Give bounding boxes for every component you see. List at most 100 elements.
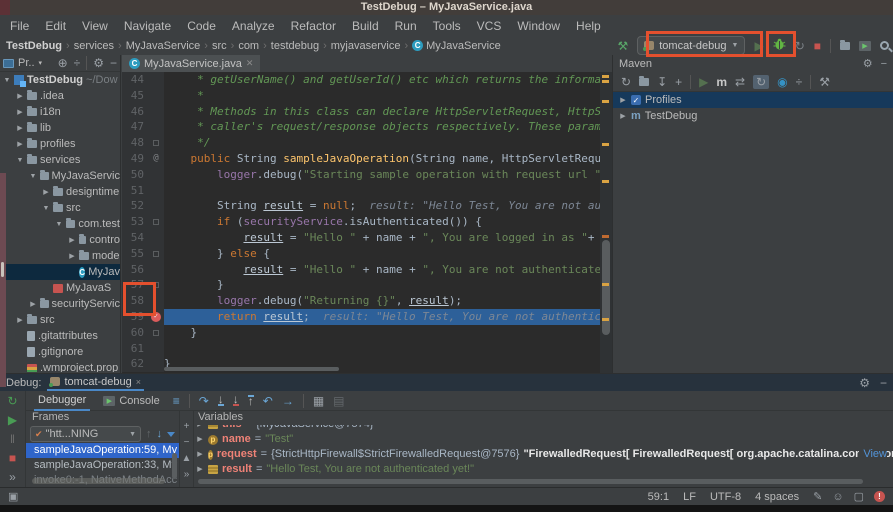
menu-item-tools[interactable]: Tools [425, 19, 469, 33]
run-icon[interactable]: ▶ [754, 40, 763, 52]
project-dropdown[interactable]: Pr.. [18, 57, 35, 69]
tree-arrow-icon[interactable]: ▶ [16, 316, 24, 324]
hide-panel-icon[interactable]: − [110, 57, 117, 69]
code-line-54[interactable]: 54 result = "Hello " + name + ", You are… [122, 230, 600, 246]
code-line-56[interactable]: 56 result = "Hello " + name + ", You are… [122, 262, 600, 278]
editor-hscrollbar[interactable] [164, 367, 339, 371]
chevron-down-icon[interactable]: ▾ [39, 59, 43, 67]
breakpoint-icon[interactable]: ✓ [151, 312, 161, 322]
layout-settings-icon[interactable]: ≡ [173, 395, 180, 407]
menu-item-help[interactable]: Help [568, 19, 609, 33]
expand-arrow-icon[interactable]: ▶ [196, 462, 204, 477]
fold-marker-icon[interactable] [153, 282, 159, 288]
stop-icon[interactable]: ■ [814, 40, 821, 52]
tree-item-myjav[interactable]: CMyJav [0, 264, 120, 280]
tree-item-contro[interactable]: ▶contro [0, 232, 120, 248]
code-line-58[interactable]: 58 logger.debug("Returning {}", result); [122, 293, 600, 309]
code-area[interactable]: 44 * getUserName() and getUserId() etc w… [122, 72, 600, 373]
locate-file-icon[interactable]: ⊕ [58, 57, 68, 69]
code-line-50[interactable]: 50 logger.debug("Starting sample operati… [122, 167, 600, 183]
move-up-icon[interactable]: ▲ [182, 453, 192, 464]
breadcrumb-item-myjavaservice[interactable]: myjavaservice [331, 40, 401, 52]
tree-arrow-icon[interactable]: ▶ [68, 236, 76, 244]
tree-item--gitattributes[interactable]: .gitattributes [0, 328, 120, 344]
background-tasks-icon[interactable]: ▢ [854, 490, 864, 503]
tree-item-testdebug[interactable]: ▼TestDebug ~/Dow [0, 72, 120, 88]
variable-row-request[interactable]: ▶prequest={StrictHttpFirewall$StrictFire… [194, 447, 893, 462]
expand-arrow-icon[interactable]: ▶ [196, 447, 204, 462]
search-everywhere-icon[interactable] [880, 41, 889, 50]
menu-item-file[interactable]: File [2, 19, 37, 33]
maven-wrench-icon[interactable]: ⚒ [819, 76, 830, 88]
code-line-49[interactable]: 49@ public String sampleJavaOperation(St… [122, 151, 600, 167]
run-config-selector[interactable]: tomcat-debug▼ [637, 36, 745, 55]
code-line-44[interactable]: 44 * getUserName() and getUserId() etc w… [122, 72, 600, 88]
tree-item-myjavaservic[interactable]: ▼MyJavaServic [0, 168, 120, 184]
tree-arrow-icon[interactable]: ▶ [16, 108, 24, 116]
remove-watch-icon[interactable]: − [184, 437, 190, 448]
force-step-into-icon[interactable]: ↓ [233, 395, 239, 406]
menu-item-navigate[interactable]: Navigate [116, 19, 179, 33]
menu-item-vcs[interactable]: VCS [469, 19, 510, 33]
run-to-cursor-icon[interactable]: → [282, 395, 294, 407]
code-line-53[interactable]: 53 if (securityService.isAuthenticated()… [122, 214, 600, 230]
frames-vscrollbar[interactable] [172, 453, 177, 479]
menu-item-analyze[interactable]: Analyze [224, 19, 283, 33]
tree-item-lib[interactable]: ▶lib [0, 120, 120, 136]
write-access-icon[interactable]: ✎ [813, 490, 822, 503]
frame-down-icon[interactable]: ↓ [157, 428, 163, 440]
tree-item--idea[interactable]: ▶.idea [0, 88, 120, 104]
tree-arrow-icon[interactable]: ▶ [16, 124, 24, 132]
frame-up-icon[interactable]: ↑ [146, 428, 152, 440]
fold-marker-icon[interactable] [153, 330, 159, 336]
tree-item-mode[interactable]: ▶mode [0, 248, 120, 264]
breadcrumb-item-src[interactable]: src [212, 40, 227, 52]
skip-tests-icon[interactable]: ⇄ [735, 76, 745, 88]
stop-debug-icon[interactable]: ■ [9, 452, 16, 464]
code-line-46[interactable]: 46 * Methods in this class can declare H… [122, 104, 600, 120]
tree-arrow-icon[interactable]: ▼ [29, 173, 37, 180]
code-line-48[interactable]: 48 */ [122, 135, 600, 151]
file-encoding[interactable]: UTF-8 [710, 491, 741, 503]
line-separator[interactable]: LF [683, 491, 696, 503]
menu-item-view[interactable]: View [74, 19, 116, 33]
tree-arrow-icon[interactable]: ▶ [16, 92, 24, 100]
tree-arrow-icon[interactable]: ▶ [42, 188, 50, 196]
breadcrumb-item-com[interactable]: com [238, 40, 259, 52]
tree-item--wmproject-prop[interactable]: .wmproject.prop [0, 360, 120, 372]
code-line-52[interactable]: 52 String result = null; result: "Hello … [122, 198, 600, 214]
view-threads-icon[interactable]: ▤ [333, 395, 344, 407]
tree-arrow-icon[interactable]: ▶ [619, 96, 627, 104]
hide-panel-icon[interactable]: − [880, 377, 887, 389]
tree-item-services[interactable]: ▼services [0, 152, 120, 168]
more-icon[interactable]: » [184, 469, 190, 480]
breadcrumb-item-testdebug[interactable]: TestDebug [6, 40, 62, 52]
tree-item-designtime[interactable]: ▶designtime [0, 184, 120, 200]
toggle-toolwindows-icon[interactable]: ▣ [8, 490, 18, 503]
notification-icon[interactable]: ! [874, 491, 885, 502]
variable-row-name[interactable]: ▶pname="Test" [194, 432, 893, 447]
debug-session-tab[interactable]: tomcat-debug × [47, 374, 144, 391]
code-line-61[interactable]: 61 [122, 341, 600, 357]
fold-marker-icon[interactable] [153, 251, 159, 257]
tree-item-com-test[interactable]: ▼com.test [0, 216, 120, 232]
step-into-icon[interactable]: ↓ [218, 395, 224, 406]
frame-row[interactable]: sampleJavaOperation:59, My [26, 443, 179, 458]
close-icon[interactable]: × [136, 377, 141, 387]
run-maven-goal-icon[interactable]: ▶ [699, 76, 708, 88]
maven-m-icon[interactable]: m [716, 76, 727, 88]
step-out-icon[interactable]: ↑ [248, 395, 254, 406]
maven-settings-toggle-icon[interactable]: ↻ [753, 75, 769, 89]
add-watch-icon[interactable]: + [184, 421, 190, 432]
menu-item-refactor[interactable]: Refactor [283, 19, 344, 33]
tree-arrow-icon[interactable]: ▼ [3, 77, 11, 84]
code-line-60[interactable]: 60 } [122, 325, 600, 341]
drop-frame-icon[interactable]: ↶ [263, 395, 273, 407]
caret-position[interactable]: 59:1 [648, 491, 669, 503]
debug-bug-icon[interactable] [773, 37, 786, 55]
menu-item-edit[interactable]: Edit [37, 19, 74, 33]
menu-item-window[interactable]: Window [509, 19, 568, 33]
reimport-maven-icon[interactable]: ↻ [621, 76, 631, 88]
expand-arrow-icon[interactable]: ▶ [196, 425, 204, 432]
tree-item-myjavas[interactable]: MyJavaS [0, 280, 120, 296]
